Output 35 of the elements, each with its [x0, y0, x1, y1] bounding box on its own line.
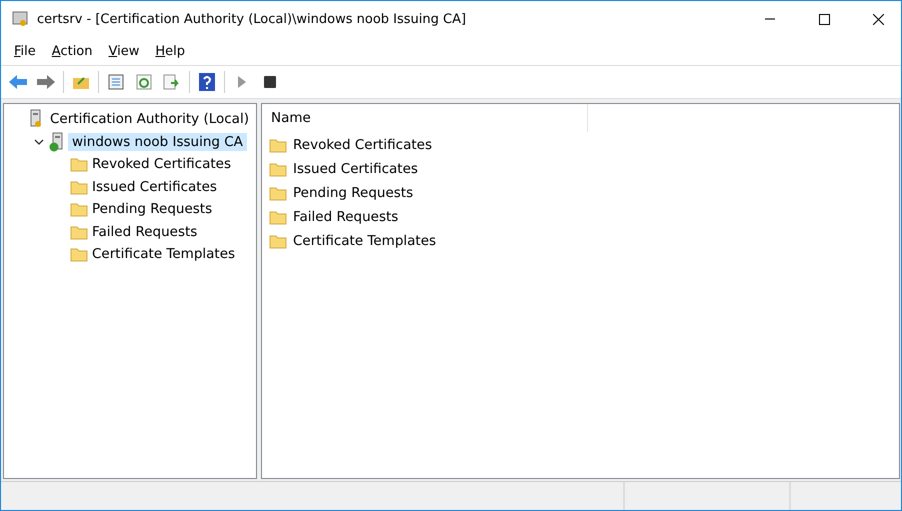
tree-item[interactable]: windows noob Issuing CA — [68, 132, 247, 151]
folder-icon — [70, 178, 88, 195]
tree-item[interactable]: Certification Authority (Local) — [46, 110, 253, 128]
list-item[interactable]: Pending Requests — [293, 185, 414, 201]
list-item[interactable]: Failed Requests — [293, 209, 398, 225]
window-title: certsrv - [Certification Authority (Local)\windows noob Issuing CA] — [37, 12, 468, 26]
folder-icon — [269, 137, 287, 153]
list-item[interactable]: Revoked Certificates — [293, 137, 432, 153]
folder-icon — [70, 201, 88, 218]
menu-item[interactable]: View — [102, 42, 146, 60]
menu-item[interactable]: File — [7, 42, 43, 60]
certificate-server-icon — [11, 10, 29, 28]
menu-item[interactable]: Action — [44, 42, 100, 60]
folder-icon — [269, 233, 287, 249]
column-header[interactable]: Name — [262, 104, 588, 132]
folder-icon — [269, 185, 287, 201]
folder-icon — [70, 246, 88, 262]
tree-item[interactable]: Failed Requests — [88, 222, 202, 241]
list-item[interactable]: Issued Certificates — [293, 161, 418, 177]
maximize-icon — [818, 14, 830, 24]
tree-item[interactable]: Issued Certificates — [88, 178, 221, 196]
folder-icon — [269, 209, 287, 225]
tree-item[interactable]: Pending Requests — [88, 200, 216, 218]
play-icon — [237, 76, 247, 88]
help-button[interactable] — [196, 71, 218, 93]
menu-item[interactable]: Help — [148, 42, 192, 60]
tree-item[interactable]: Certificate Templates — [88, 245, 240, 264]
list-item[interactable]: Certificate Templates — [293, 233, 436, 249]
chevron-icon[interactable] — [34, 136, 44, 147]
close-icon — [872, 14, 884, 24]
folder-icon — [269, 161, 287, 177]
stop-icon — [264, 76, 276, 88]
tree-item[interactable]: Revoked Certificates — [88, 155, 235, 174]
folder-icon — [70, 156, 88, 172]
folder-icon — [70, 224, 88, 240]
